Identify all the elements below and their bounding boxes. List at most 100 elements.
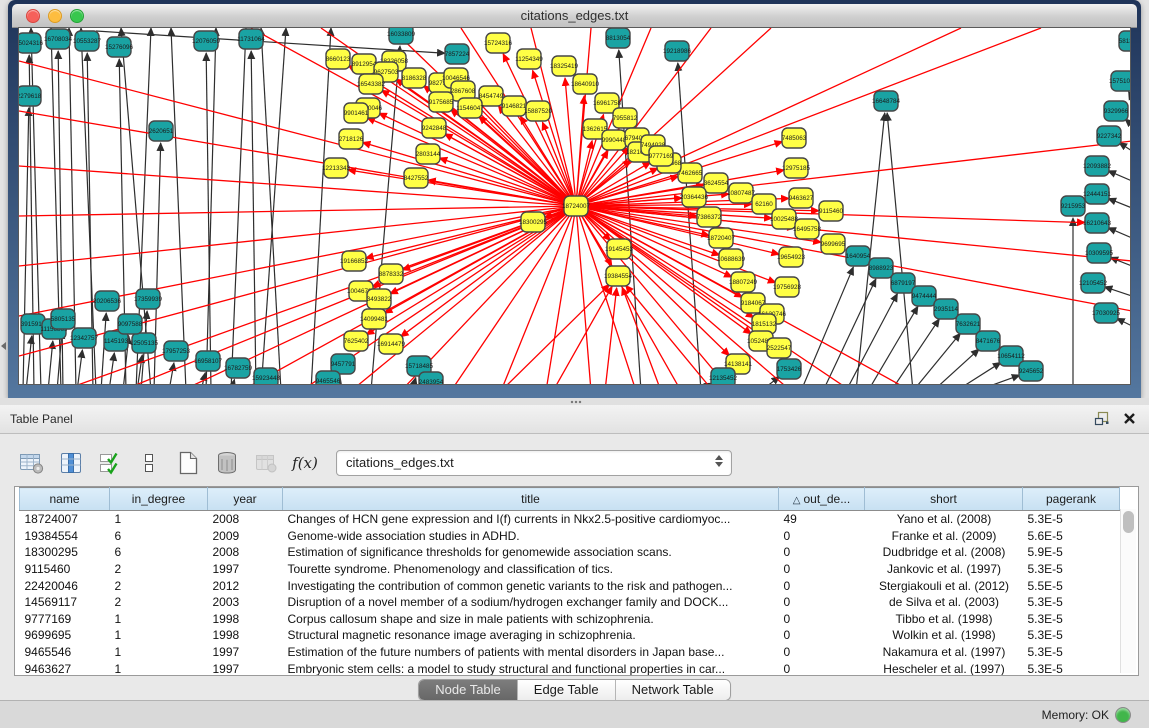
column-header-year[interactable]: year	[208, 488, 283, 511]
graph-node[interactable]: 12135452	[709, 368, 738, 385]
graph-node[interactable]: 17957253	[162, 341, 191, 361]
float-panel-icon[interactable]	[1093, 410, 1109, 426]
graph-node[interactable]: 2935114	[934, 299, 959, 319]
graph-node[interactable]: 10807487	[727, 183, 756, 203]
cell-short[interactable]: Nakamura et al. (1997)	[865, 644, 1023, 661]
cell-year[interactable]: 2008	[208, 544, 283, 561]
graph-node[interactable]: 16210643	[1083, 213, 1112, 233]
column-header-in_degree[interactable]: in_degree	[110, 488, 208, 511]
graph-node[interactable]: 19654923	[777, 247, 806, 267]
cell-year[interactable]: 1998	[208, 627, 283, 644]
close-panel-icon[interactable]	[1121, 410, 1137, 426]
cell-title[interactable]: Tourette syndrome. Phenomenology and cla…	[283, 561, 779, 578]
graph-node[interactable]: 8988923	[869, 258, 894, 278]
graph-node[interactable]: 15276096	[105, 37, 134, 57]
cell-name[interactable]: 19384554	[20, 528, 110, 545]
graph-node[interactable]: 17030925	[1092, 303, 1121, 323]
cell-out_degree[interactable]: 0	[779, 544, 865, 561]
graph-node[interactable]: 2279618	[19, 86, 42, 106]
graph-node[interactable]: 9699695	[821, 234, 846, 254]
graph-node[interactable]: 2483954	[419, 372, 444, 385]
cell-title[interactable]: Investigating the contribution of common…	[283, 577, 779, 594]
column-header-title[interactable]: title	[283, 488, 779, 511]
graph-node[interactable]: 11731064	[237, 29, 265, 49]
graph-node[interactable]: 20206536	[93, 291, 122, 311]
graph-node[interactable]: 9245652	[1019, 361, 1044, 381]
column-header-pagerank[interactable]: pagerank	[1023, 488, 1120, 511]
graph-node[interactable]: 10309595	[1085, 243, 1114, 263]
cell-name[interactable]: 22420046	[20, 577, 110, 594]
graph-node[interactable]: 16708034	[44, 29, 73, 49]
cell-name[interactable]: 18724007	[20, 511, 110, 528]
select-rows-icon[interactable]	[96, 449, 124, 477]
graph-node[interactable]: 5813054	[1119, 31, 1131, 51]
graph-node[interactable]: 1640954	[846, 246, 871, 266]
graph-node[interactable]: 8813054	[606, 28, 631, 48]
graph-node[interactable]: 15024316	[19, 33, 43, 53]
cell-short[interactable]: de Silva et al. (2003)	[865, 594, 1023, 611]
collapse-panel-arrow-icon[interactable]	[1, 342, 6, 350]
cell-title[interactable]: Genome-wide association studies in ADHD.	[283, 528, 779, 545]
cell-pagerank[interactable]: 5.9E-5	[1023, 544, 1120, 561]
cell-out_degree[interactable]: 0	[779, 594, 865, 611]
cell-out_degree[interactable]: 0	[779, 528, 865, 545]
network-table-dropdown[interactable]: citations_edges.txt	[336, 450, 732, 476]
cell-pagerank[interactable]: 5.5E-5	[1023, 577, 1120, 594]
cell-pagerank[interactable]: 5.6E-5	[1023, 528, 1120, 545]
graph-node[interactable]: 12444151	[1083, 184, 1112, 204]
graph-node[interactable]: 9901461	[344, 103, 369, 123]
cell-title[interactable]: Disruption of a novel member of a sodium…	[283, 594, 779, 611]
graph-node[interactable]: 9175685	[429, 92, 454, 112]
cell-short[interactable]: Stergiakouli et al. (2012)	[865, 577, 1023, 594]
citation-network-graph[interactable]: 1872400786601238912954182260589627503165…	[19, 28, 1131, 385]
cell-short[interactable]: Wolkin et al. (1998)	[865, 627, 1023, 644]
graph-node[interactable]: 2718126	[339, 129, 364, 149]
graph-node[interactable]: 19218986	[663, 41, 692, 61]
cell-in_degree[interactable]: 1	[110, 660, 208, 676]
graph-node[interactable]: 15923448	[252, 368, 281, 385]
network-canvas[interactable]: 1872400786601238912954182260589627503165…	[18, 27, 1131, 385]
cell-name[interactable]: 18300295	[20, 544, 110, 561]
cell-title[interactable]: Estimation of the future numbers of pati…	[283, 644, 779, 661]
graph-node[interactable]: 18640910	[571, 74, 600, 94]
cell-out_degree[interactable]: 0	[779, 644, 865, 661]
table-row[interactable]: 946362711997Embryonic stem cells: a mode…	[20, 660, 1120, 676]
cell-title[interactable]: Estimation of significance thresholds fo…	[283, 544, 779, 561]
table-row[interactable]: 977716911998Corpus callosum shape and si…	[20, 611, 1120, 628]
cell-name[interactable]: 9115460	[20, 561, 110, 578]
cell-in_degree[interactable]: 1	[110, 644, 208, 661]
cell-title[interactable]: Changes of HCN gene expression and I(f) …	[283, 511, 779, 528]
table-row[interactable]: 911546021997Tourette syndrome. Phenomeno…	[20, 561, 1120, 578]
cell-short[interactable]: Yano et al. (2008)	[865, 511, 1023, 528]
graph-node[interactable]: 15751074	[1109, 71, 1131, 91]
graph-node[interactable]: 1753426	[777, 359, 802, 379]
cell-short[interactable]: Tibbo et al. (1998)	[865, 611, 1023, 628]
table-row[interactable]: 1456911722003Disruption of a novel membe…	[20, 594, 1120, 611]
graph-node[interactable]: 16914479	[377, 334, 406, 354]
graph-node[interactable]: 3493822	[367, 289, 392, 309]
cell-out_degree[interactable]: 0	[779, 627, 865, 644]
tab-node-table[interactable]: Node Table	[419, 680, 518, 700]
cell-year[interactable]: 2008	[208, 511, 283, 528]
graph-node[interactable]: 18325419	[550, 56, 579, 76]
table-row[interactable]: 969969511998Structural magnetic resonanc…	[20, 627, 1120, 644]
cell-short[interactable]: Jankovic et al. (1997)	[865, 561, 1023, 578]
cell-pagerank[interactable]: 5.3E-5	[1023, 511, 1120, 528]
graph-node[interactable]: 16648784	[872, 91, 901, 111]
graph-node[interactable]: 19166852	[340, 251, 369, 271]
graph-node[interactable]: 8471676	[976, 331, 1001, 351]
cell-out_degree[interactable]: 0	[779, 660, 865, 676]
graph-node[interactable]: 16543382	[357, 74, 386, 94]
graph-node[interactable]: 9777169	[649, 146, 674, 166]
panel-splitter-handle[interactable]	[570, 400, 582, 404]
graph-node[interactable]: 19756928	[773, 277, 802, 297]
cell-in_degree[interactable]: 2	[110, 594, 208, 611]
cell-out_degree[interactable]: 0	[779, 611, 865, 628]
graph-node[interactable]: 12105452	[1079, 273, 1108, 293]
column-header-name[interactable]: name	[20, 488, 110, 511]
cell-title[interactable]: Corpus callosum shape and size in male p…	[283, 611, 779, 628]
graph-node[interactable]: 9097588	[118, 314, 143, 334]
graph-node[interactable]: 8186328	[402, 68, 427, 88]
graph-node[interactable]: 9115460	[819, 201, 844, 221]
cell-in_degree[interactable]: 6	[110, 528, 208, 545]
